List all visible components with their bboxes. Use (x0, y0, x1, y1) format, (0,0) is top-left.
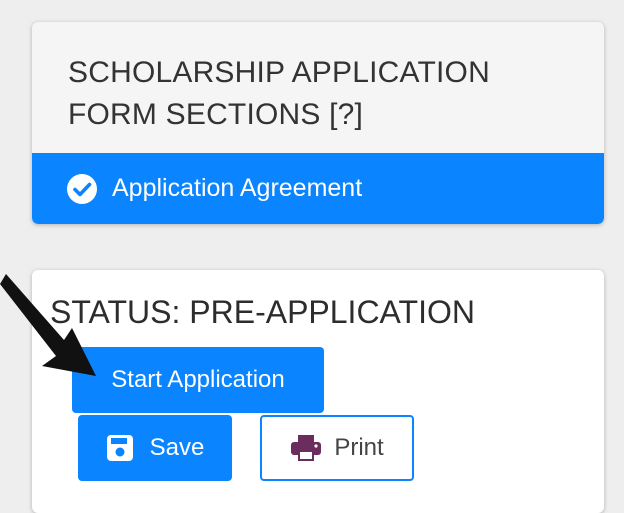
pointer-arrow-icon (0, 274, 96, 376)
start-application-label: Start Application (111, 366, 285, 393)
printer-icon (290, 434, 322, 462)
section-item-application-agreement[interactable]: Application Agreement (32, 153, 604, 224)
floppy-disk-icon (106, 434, 134, 462)
sections-title: SCHOLARSHIP APPLICATION FORM SECTIONS [?… (68, 56, 490, 131)
form-sections-panel: SCHOLARSHIP APPLICATION FORM SECTIONS [?… (32, 22, 604, 224)
save-button[interactable]: Save (78, 415, 232, 481)
print-label: Print (334, 434, 384, 461)
check-circle-icon (66, 173, 98, 205)
print-button[interactable]: Print (260, 415, 414, 481)
section-item-label: Application Agreement (112, 174, 363, 202)
save-label: Save (149, 434, 205, 461)
